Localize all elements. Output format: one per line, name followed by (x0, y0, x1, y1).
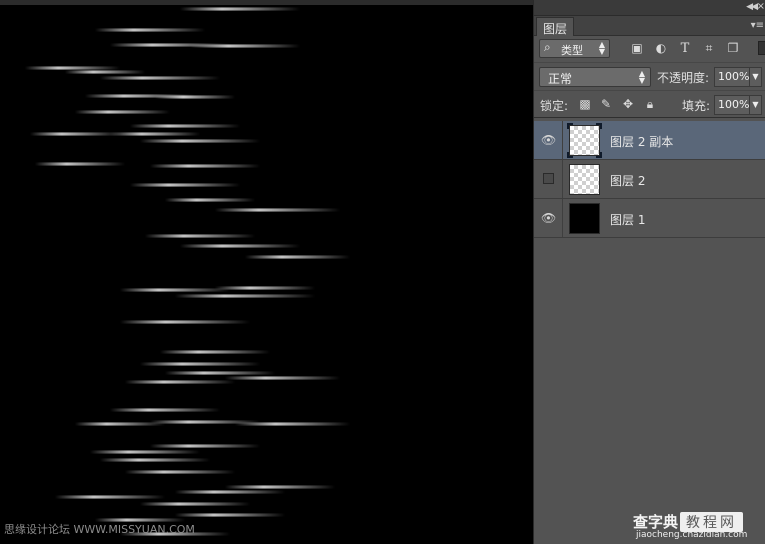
eye-icon: 👁︎ (541, 211, 557, 225)
light-streak (140, 139, 260, 143)
eye-icon: 👁︎ (541, 133, 557, 147)
lock-position-icon[interactable]: ✥ (621, 97, 635, 111)
close-icon[interactable]: × (757, 1, 765, 12)
light-streak (125, 470, 235, 474)
light-streak (110, 132, 200, 136)
light-streak (165, 371, 275, 375)
layer-name: 图层 1 (610, 213, 646, 227)
filter-toggle[interactable] (758, 41, 765, 55)
layer-row[interactable]: 👁︎ 图层 2 副本 (534, 121, 765, 160)
light-streak (75, 110, 170, 114)
light-streak (175, 513, 285, 517)
layer-thumbnail (569, 203, 600, 234)
layer-name: 图层 2 副本 (610, 135, 674, 149)
lock-all-icon[interactable]: 🔒︎ (643, 97, 657, 111)
light-streak (120, 288, 230, 292)
tab-layers[interactable]: 图层 (536, 17, 575, 36)
panel-menu-icon[interactable]: ▾≡ (751, 20, 764, 31)
site-brand: 查字典 (633, 513, 679, 531)
collapse-icon[interactable]: ◀◀ (746, 2, 758, 12)
forum-watermark: 思缘设计论坛 WWW.MISSYUAN.COM (4, 523, 195, 536)
layer-row[interactable]: 图层 2 (534, 160, 765, 199)
light-streak (180, 244, 300, 248)
layer-row[interactable]: 👁︎ 图层 1 (534, 199, 765, 238)
light-streak (130, 183, 240, 187)
light-streak (65, 70, 145, 74)
visibility-toggle[interactable] (534, 160, 563, 198)
light-streak (155, 95, 235, 99)
updown-arrows-icon: ▲ ▼ (638, 69, 645, 85)
document-canvas[interactable]: 思缘设计论坛 WWW.MISSYUAN.COM (0, 0, 533, 544)
adjustment-icon[interactable]: ◐ (654, 42, 668, 55)
layer-thumbnail (567, 123, 602, 158)
light-streak (110, 408, 220, 412)
light-streak (150, 444, 260, 448)
layer-filter-row: ⌕ 类型 ▲ ▼ ▣ ◐ T ⌗ ❐ (534, 36, 765, 62)
panel-tab-bar: 图层 ▾≡ (534, 16, 765, 36)
light-streak (100, 458, 210, 462)
site-watermark: 查字典 教程网 (633, 511, 744, 532)
site-brand-box: 教程网 (680, 512, 744, 532)
lock-transparent-icon[interactable]: ▩ (578, 97, 592, 111)
layers-list: 👁︎ 图层 2 副本 图层 2 👁︎ 图层 1 (534, 121, 765, 238)
panel-title-bar: ◀◀ × (534, 0, 765, 16)
lock-row: 锁定: ▩ ✎ ✥ 🔒︎ 填充: 100% ▼ (534, 90, 765, 118)
hidden-box-icon (543, 173, 554, 184)
smart-object-icon[interactable]: ❐ (726, 42, 740, 55)
fill-input[interactable]: 100% (714, 95, 750, 115)
light-streak (150, 164, 260, 168)
visibility-toggle[interactable]: 👁︎ (534, 121, 563, 159)
blend-mode-label: 正常 (548, 72, 573, 86)
light-streak (215, 286, 315, 290)
light-streak (30, 132, 120, 136)
light-streak (235, 422, 350, 426)
light-streak (55, 495, 165, 499)
light-streak (190, 44, 300, 48)
site-url: jiaocheng.chazidian.com (636, 530, 748, 540)
layer-thumbnail (569, 164, 600, 195)
opacity-input[interactable]: 100% (714, 67, 750, 87)
light-streaks-artwork (25, 7, 350, 536)
light-streak (225, 485, 335, 489)
light-streak (145, 234, 255, 238)
light-streak (140, 502, 250, 506)
light-streak (130, 124, 240, 128)
opacity-dropdown-arrow[interactable]: ▼ (750, 67, 762, 87)
light-streak (175, 294, 315, 298)
light-streak (90, 450, 200, 454)
layer-name: 图层 2 (610, 174, 646, 188)
fill-label: 填充: (682, 99, 711, 113)
lock-label: 锁定: (540, 99, 569, 113)
type-icon[interactable]: T (678, 42, 692, 55)
updown-arrows-icon: ▲ ▼ (598, 40, 605, 56)
light-streak (225, 376, 340, 380)
layers-panel: ◀◀ × 图层 ▾≡ ⌕ 类型 ▲ ▼ ▣ ◐ T ⌗ ❐ 正常 ▲ ▼ 不透明度:… (533, 0, 765, 544)
fill-dropdown-arrow[interactable]: ▼ (750, 95, 762, 115)
light-streak (245, 255, 350, 259)
light-streak (175, 490, 285, 494)
search-icon: ⌕ (544, 40, 551, 54)
light-streak (25, 66, 120, 70)
light-streak (120, 320, 250, 324)
blend-row: 正常 ▲ ▼ 不透明度: 100% ▼ (534, 62, 765, 90)
opacity-label: 不透明度: (657, 71, 710, 85)
shape-icon[interactable]: ⌗ (702, 42, 716, 55)
light-streak (95, 28, 205, 32)
light-streak (180, 7, 300, 11)
lock-paint-icon[interactable]: ✎ (599, 97, 613, 111)
light-streak (35, 162, 125, 166)
filter-kind-select[interactable]: ⌕ 类型 ▲ ▼ (539, 39, 610, 58)
blend-mode-select[interactable]: 正常 ▲ ▼ (539, 67, 651, 87)
light-streak (165, 198, 255, 202)
light-streak (140, 362, 260, 366)
light-streak (100, 76, 220, 80)
visibility-toggle[interactable]: 👁︎ (534, 199, 563, 237)
light-streak (160, 350, 270, 354)
light-streak (125, 380, 235, 384)
image-icon[interactable]: ▣ (630, 42, 644, 55)
light-streak (215, 208, 340, 212)
filter-kind-label: 类型 (561, 44, 583, 57)
